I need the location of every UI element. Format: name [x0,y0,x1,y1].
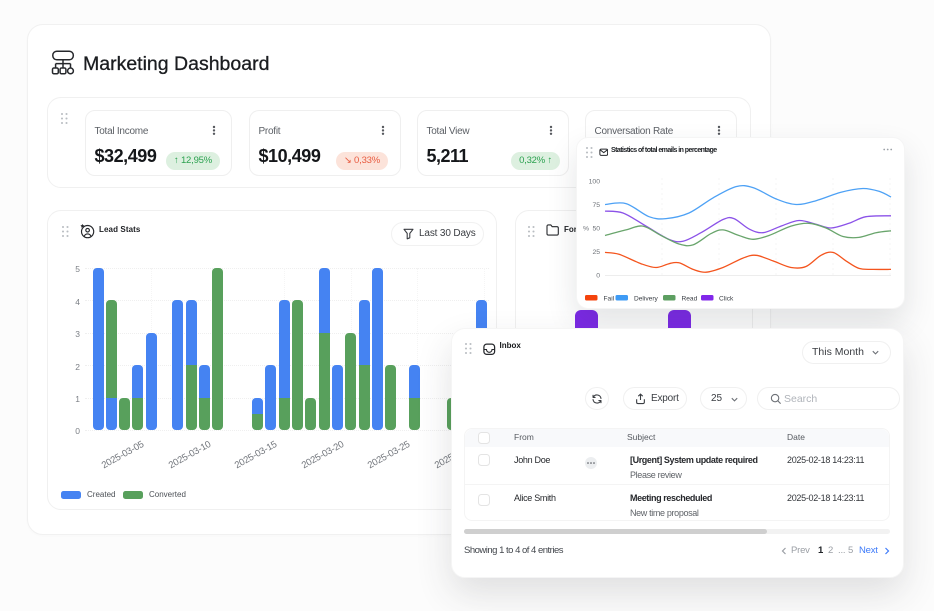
svg-text:%: % [583,225,589,232]
svg-text:Fail: Fail [604,296,615,303]
svg-text:Click: Click [719,296,734,303]
svg-text:25: 25 [592,249,600,256]
svg-text:75: 75 [592,202,600,209]
svg-text:50: 50 [592,225,600,232]
svg-text:100: 100 [589,178,601,185]
svg-text:Delivery: Delivery [634,296,659,303]
svg-text:0: 0 [596,272,600,279]
svg-text:Read: Read [682,296,698,303]
